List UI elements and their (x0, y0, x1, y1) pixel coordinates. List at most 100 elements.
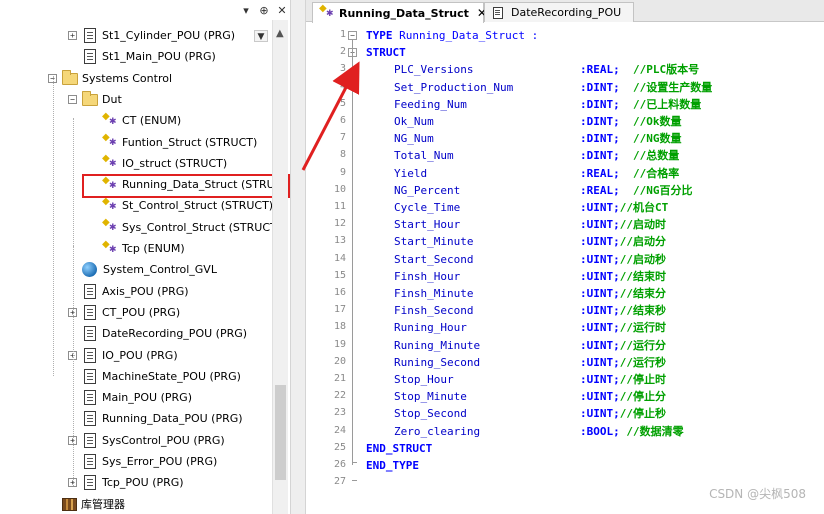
variable-name: NG_Num (394, 132, 434, 146)
tree-item-label: 库管理器 (81, 498, 125, 512)
variable-type: :DINT; //NG数量 (580, 130, 682, 147)
variable-name: Runing_Hour (394, 321, 467, 335)
type-keyword: :UINT; (580, 287, 620, 300)
tree-item[interactable]: 库管理器 (62, 494, 125, 514)
comment: //启动秒 (619, 252, 666, 266)
code-line: PLC_Versions:REAL; //PLC版本号 (366, 61, 806, 78)
tree-item-label: St1_Cylinder_POU (PRG) (102, 29, 236, 42)
tree-item[interactable]: Sys_Error_POU (PRG) (82, 451, 217, 472)
tree-item[interactable]: Running_Data_POU (PRG) (82, 408, 243, 429)
code-line: Set_Production_Num:DINT; //设置生产数量 (366, 79, 806, 96)
fold-toggle-icon[interactable]: − (348, 31, 357, 40)
code-line: Runing_Hour:UINT;//运行时 (366, 319, 806, 336)
tree-item-label: Tcp_POU (PRG) (102, 476, 184, 490)
type-keyword: :UINT; (580, 390, 620, 404)
line-number: 12 (333, 218, 346, 230)
tree-item[interactable]: Sys_Control_Struct (STRUCT) (102, 217, 281, 238)
pou-icon (84, 432, 96, 448)
variable-name: Yield (394, 166, 428, 180)
fold-end-marker (352, 480, 357, 481)
variable-type: :UINT;//机台CT (580, 199, 668, 216)
code-line: Finsh_Minute:UINT;//结束分 (366, 285, 806, 302)
tree-item[interactable]: CT_POU (PRG) (82, 302, 180, 323)
type-keyword: :UINT; (580, 355, 620, 369)
tree-item[interactable]: Funtion_Struct (STRUCT) (102, 132, 257, 153)
variable-name: Feeding_Num (394, 97, 467, 111)
pin-icon[interactable]: ⊕ (258, 4, 270, 17)
tree-item[interactable]: Main_POU (PRG) (82, 387, 192, 408)
tree-item[interactable]: SysControl_POU (PRG) (82, 430, 225, 451)
tree-expander-icon[interactable]: + (68, 31, 77, 40)
code-line: NG_Percent:REAL; //NG百分比 (366, 182, 806, 199)
scrollbar-thumb[interactable] (275, 385, 286, 480)
close-icon[interactable]: ✕ (276, 4, 288, 17)
tree-item-label: Main_POU (PRG) (102, 391, 192, 405)
variable-type: :DINT; //已上料数量 (580, 96, 701, 113)
tree-toolbar: ▾ ⊕ ✕ (240, 2, 288, 18)
code-line: Stop_Second:UINT;//停止秒 (366, 405, 806, 422)
tree-item[interactable]: St1_Cylinder_POU (PRG) (82, 25, 235, 46)
comment: //结束时 (619, 269, 666, 283)
scroll-up-icon[interactable]: ▲ (276, 28, 284, 39)
project-tree-panel: ▾ ⊕ ✕ + St1_Cylinder_POU (PRG) St1_Main_PO… (0, 0, 290, 514)
tree-guide-line (73, 246, 74, 486)
line-number: 20 (333, 355, 346, 367)
tree-item[interactable]: Dut (82, 89, 122, 110)
dropdown-arrow-icon[interactable]: ▼ (254, 30, 268, 42)
keyword: END_TYPE (366, 459, 419, 472)
tree-item[interactable]: IO_POU (PRG) (82, 345, 178, 366)
tree-item[interactable]: MachineState_POU (PRG) (82, 366, 241, 387)
tab-running-data-struct[interactable]: Running_Data_Struct ✕ (312, 2, 487, 23)
tree-scrollbar[interactable]: ▲ (272, 20, 288, 514)
variable-name: Cycle_Time (394, 201, 461, 214)
dropdown-icon[interactable]: ▾ (240, 4, 252, 17)
tab-daterecording-pou[interactable]: DateRecording_POU (484, 2, 634, 22)
panel-splitter[interactable] (290, 0, 306, 514)
variable-name: Start_Second (394, 252, 474, 266)
type-keyword: :REAL; (580, 63, 620, 77)
variable-name: Finsh_Second (394, 304, 474, 318)
tree-item[interactable]: Tcp (ENUM) (102, 238, 185, 259)
tree-expander-icon[interactable]: − (68, 94, 77, 104)
tab-label: Running_Data_Struct (339, 6, 469, 20)
variable-type: :UINT;//结束分 (580, 285, 666, 302)
variable-type: :UINT;//启动秒 (580, 251, 666, 268)
tree-item[interactable]: St_Control_Struct (STRUCT) (102, 195, 273, 216)
tree-item[interactable]: DateRecording_POU (PRG) (82, 323, 247, 344)
tree-item[interactable]: St1_Main_POU (PRG) (82, 46, 216, 67)
line-number: 18 (333, 321, 346, 333)
code-line: Stop_Hour:UINT;//停止时 (366, 371, 806, 388)
comment: //结束秒 (619, 304, 666, 318)
tree-item[interactable]: Tcp_POU (PRG) (82, 472, 184, 493)
tree-item-label: MachineState_POU (PRG) (102, 369, 241, 383)
variable-name: Runing_Minute (394, 338, 481, 352)
code-line: Zero_clearing:BOOL; //数据清零 (366, 423, 806, 440)
code-line: END_TYPE (366, 457, 806, 474)
code-line: Total_Num:DINT; //总数量 (366, 147, 806, 164)
line-number: 15 (333, 269, 346, 281)
fold-end-marker (352, 462, 357, 463)
variable-type: :DINT; //总数量 (580, 147, 679, 164)
tree-item[interactable]: CT (ENUM) (102, 110, 181, 131)
pou-icon (84, 326, 96, 342)
type-keyword: :UINT; (580, 201, 620, 214)
line-number: 2 (339, 46, 346, 58)
variable-name: NG_Percent (394, 183, 461, 197)
line-number: 13 (333, 235, 346, 247)
tree-item-label: Sys_Control_Struct (STRUCT) (122, 220, 282, 234)
comment: //启动分 (619, 235, 666, 249)
variable-type: :DINT; //设置生产数量 (580, 79, 712, 96)
tree-item[interactable]: Axis_POU (PRG) (82, 281, 189, 302)
tree-item[interactable]: Systems Control (62, 68, 172, 89)
tree-item[interactable]: System_Control_GVL (82, 259, 217, 280)
tree-item[interactable]: IO_struct (STRUCT) (102, 153, 227, 174)
comment: //运行时 (619, 321, 666, 335)
folder-icon (62, 70, 78, 86)
tree-item-label: CT (ENUM) (122, 114, 182, 128)
comment: //结束分 (619, 287, 666, 300)
pou-icon (84, 49, 96, 65)
variable-type: :DINT; //Ok数量 (580, 113, 682, 130)
variable-type: :UINT;//停止时 (580, 371, 666, 388)
line-number: 5 (339, 97, 346, 109)
variable-type: :UINT;//运行分 (580, 337, 666, 354)
